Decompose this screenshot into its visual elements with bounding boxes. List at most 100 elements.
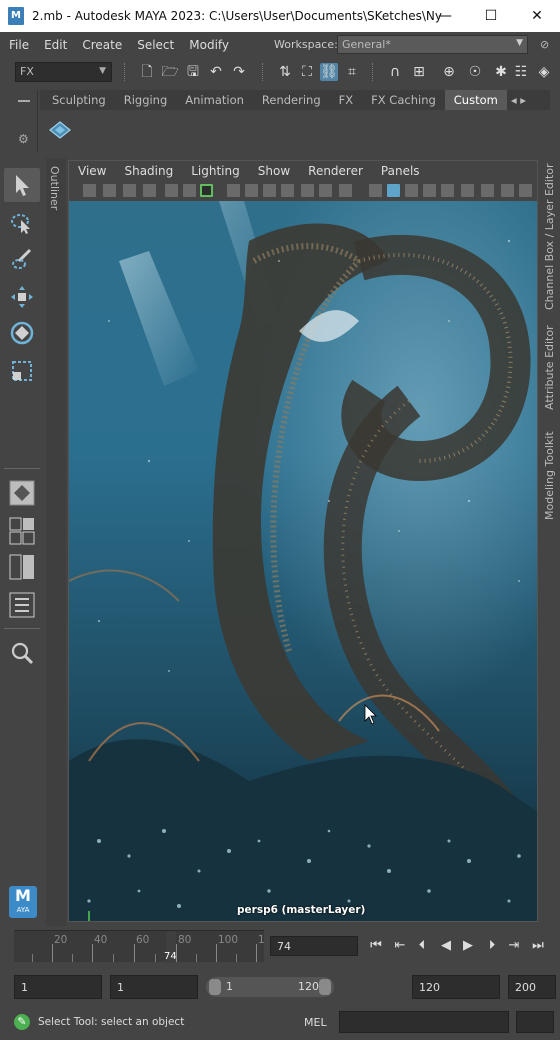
safe-action-icon[interactable] bbox=[319, 184, 332, 197]
grease-pencil-icon[interactable] bbox=[183, 184, 196, 197]
select-by-type-icon[interactable]: ⌗ bbox=[343, 63, 361, 81]
playback-start-field[interactable]: 1 bbox=[110, 975, 198, 999]
smooth-shade-icon[interactable] bbox=[387, 184, 400, 197]
range-end-handle[interactable] bbox=[319, 979, 331, 995]
tab-fx[interactable]: FX bbox=[330, 90, 363, 110]
snap-grid-icon[interactable]: ⊞ bbox=[410, 63, 428, 81]
menu-modify[interactable]: Modify bbox=[183, 38, 235, 52]
step-forward-key-icon[interactable]: ⇥ bbox=[504, 936, 524, 956]
image-plane-icon[interactable] bbox=[143, 184, 156, 197]
viewport-menu-shading[interactable]: Shading bbox=[115, 164, 182, 178]
shelf-scroll-arrows[interactable]: ◂ ▸ bbox=[507, 90, 530, 110]
outliner-panel-tab[interactable]: Outliner bbox=[46, 158, 66, 926]
range-slider[interactable]: 1 120 bbox=[206, 977, 334, 997]
workspace-extra-icon[interactable]: ⊘ bbox=[540, 38, 549, 51]
tab-attribute-editor[interactable]: Attribute Editor bbox=[543, 325, 556, 410]
save-scene-icon[interactable]: 🖫 bbox=[184, 63, 202, 81]
animation-end-field[interactable]: 200 bbox=[508, 975, 556, 999]
step-forward-frame-icon[interactable]: ⏵ bbox=[482, 936, 502, 956]
layout-single-button[interactable] bbox=[4, 476, 40, 510]
resolution-gate-icon[interactable] bbox=[263, 184, 276, 197]
layout-two-button[interactable] bbox=[4, 550, 40, 584]
tab-sculpting[interactable]: Sculpting bbox=[40, 90, 115, 110]
tab-channel-box[interactable]: Channel Box / Layer Editor bbox=[543, 163, 556, 310]
tab-custom[interactable]: Custom bbox=[444, 90, 507, 110]
wireframe-icon[interactable] bbox=[369, 184, 382, 197]
xray-icon[interactable] bbox=[441, 184, 454, 197]
viewport-menu-show[interactable]: Show bbox=[249, 164, 299, 178]
shelf-menu-icon[interactable] bbox=[18, 100, 30, 102]
tab-fx-caching[interactable]: FX Caching bbox=[362, 90, 445, 110]
menu-select[interactable]: Select bbox=[131, 38, 180, 52]
select-components-icon[interactable]: ⛓ bbox=[320, 63, 338, 81]
command-input[interactable] bbox=[339, 1011, 509, 1033]
move-tool[interactable] bbox=[4, 280, 40, 314]
select-tool[interactable] bbox=[4, 168, 40, 202]
range-start-handle[interactable] bbox=[209, 979, 221, 995]
redo-icon[interactable]: ↷ bbox=[230, 63, 248, 81]
viewport-render[interactable] bbox=[69, 201, 537, 921]
select-objects-icon[interactable]: ⛶ bbox=[298, 63, 316, 81]
snap-curve-icon[interactable]: ∩ bbox=[386, 63, 404, 81]
go-to-start-icon[interactable]: ⏮ bbox=[366, 936, 386, 956]
search-tool[interactable] bbox=[4, 636, 40, 670]
step-back-key-icon[interactable]: ⇤ bbox=[390, 936, 410, 956]
outliner-layout-button[interactable] bbox=[4, 588, 40, 622]
safe-title-icon[interactable] bbox=[339, 184, 352, 197]
snap-view-icon[interactable]: ☉ bbox=[466, 63, 484, 81]
rotate-tool[interactable] bbox=[4, 316, 40, 350]
grease-pencil-active-icon[interactable] bbox=[200, 184, 213, 197]
gear-icon[interactable]: ⚙ bbox=[18, 132, 29, 146]
menu-create[interactable]: Create bbox=[76, 38, 128, 52]
new-scene-icon[interactable]: 🗋 bbox=[138, 63, 156, 81]
textured-icon[interactable] bbox=[423, 184, 436, 197]
play-forward-icon[interactable]: ▶ bbox=[458, 936, 478, 956]
lasso-tool[interactable] bbox=[4, 206, 40, 240]
tab-animation[interactable]: Animation bbox=[176, 90, 253, 110]
open-scene-icon[interactable]: 🗁 bbox=[161, 63, 179, 81]
grid-icon[interactable] bbox=[227, 184, 240, 197]
go-to-end-icon[interactable]: ⏭ bbox=[528, 936, 548, 956]
paint-select-tool[interactable] bbox=[4, 242, 40, 276]
gate-mask-icon[interactable] bbox=[281, 184, 294, 197]
menu-file[interactable]: File bbox=[3, 38, 35, 52]
scale-tool[interactable] bbox=[4, 354, 40, 388]
layout-four-button[interactable] bbox=[4, 514, 40, 548]
script-language-toggle[interactable]: MEL bbox=[304, 1016, 327, 1029]
render-layer-icon[interactable]: ◈ bbox=[535, 63, 553, 81]
close-icon[interactable]: ✕ bbox=[514, 0, 560, 32]
snap-surface-icon[interactable]: ✱ bbox=[492, 63, 510, 81]
workspace-dropdown[interactable]: General* ▼ bbox=[337, 35, 528, 54]
current-frame-field[interactable]: 74 bbox=[270, 936, 358, 956]
minimize-icon[interactable]: — bbox=[422, 0, 468, 32]
viewport-menu-panels[interactable]: Panels bbox=[372, 164, 429, 178]
snap-point-icon[interactable]: ⊕ bbox=[440, 63, 458, 81]
wireframe-on-shaded-icon[interactable] bbox=[405, 184, 418, 197]
animation-start-field[interactable]: 1 bbox=[14, 975, 102, 999]
ambient-occlusion-icon[interactable] bbox=[501, 184, 514, 197]
select-hierarchy-icon[interactable]: ⇅ bbox=[276, 63, 294, 81]
field-chart-icon[interactable] bbox=[301, 184, 314, 197]
viewport-menu-view[interactable]: View bbox=[69, 164, 115, 178]
film-gate-icon[interactable] bbox=[245, 184, 258, 197]
tab-modeling-toolkit[interactable]: Modeling Toolkit bbox=[543, 431, 556, 520]
isolate-select-icon[interactable] bbox=[519, 184, 532, 197]
2d-pan-zoom-icon[interactable] bbox=[165, 184, 178, 197]
bookmark-icon[interactable] bbox=[123, 184, 136, 197]
undo-icon[interactable]: ↶ bbox=[207, 63, 225, 81]
tab-rigging[interactable]: Rigging bbox=[115, 90, 177, 110]
time-slider-track[interactable]: 20 40 60 80 100 1 74 bbox=[14, 930, 265, 963]
playback-end-field[interactable]: 120 bbox=[412, 975, 500, 999]
tab-rendering[interactable]: Rendering bbox=[253, 90, 330, 110]
use-lights-icon[interactable] bbox=[461, 184, 474, 197]
play-backward-icon[interactable]: ◀ bbox=[436, 936, 456, 956]
camera-select-icon[interactable] bbox=[83, 184, 96, 197]
step-back-frame-icon[interactable]: ⏴ bbox=[412, 936, 432, 956]
shelf-tool-diamond-icon[interactable] bbox=[48, 120, 72, 140]
menuset-dropdown[interactable]: FX ▼ bbox=[15, 62, 112, 82]
viewport-menu-renderer[interactable]: Renderer bbox=[299, 164, 372, 178]
viewport-menu-lighting[interactable]: Lighting bbox=[182, 164, 249, 178]
shadows-icon[interactable] bbox=[481, 184, 494, 197]
maximize-icon[interactable]: ☐ bbox=[468, 0, 514, 32]
history-icon[interactable]: ☷ bbox=[512, 63, 530, 81]
